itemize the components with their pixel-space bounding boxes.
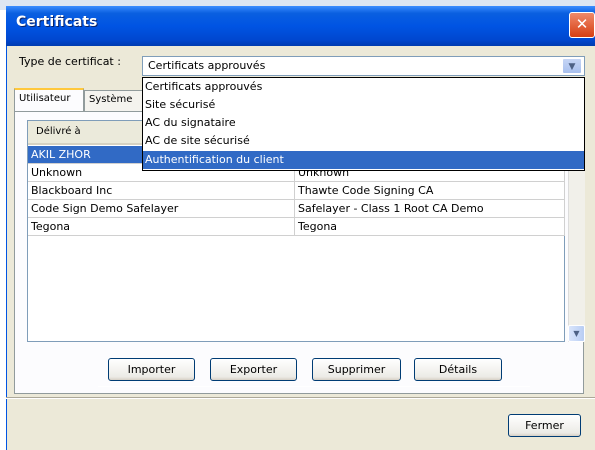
- tab-systeme[interactable]: Système: [84, 90, 144, 111]
- table-row[interactable]: Code Sign Demo Safelayer Safelayer - Cla…: [28, 200, 565, 218]
- chevron-down-icon[interactable]: ▼: [562, 58, 582, 74]
- cell-issued-to: Blackboard Inc: [28, 182, 295, 200]
- certificate-type-label: Type de certificat :: [19, 55, 121, 68]
- import-button[interactable]: Importer: [108, 358, 195, 381]
- dropdown-option[interactable]: AC du signataire: [143, 114, 584, 132]
- close-icon: ✕: [575, 15, 589, 33]
- close-button[interactable]: Fermer: [508, 414, 581, 437]
- scroll-down-button[interactable]: ▼: [568, 325, 585, 342]
- cell-issued-by: Thawte Code Signing CA: [295, 182, 565, 200]
- export-button[interactable]: Exporter: [210, 358, 297, 381]
- tab-utilisateur[interactable]: Utilisateur: [14, 88, 84, 111]
- footer-separator: [6, 397, 595, 399]
- dropdown-option-highlighted[interactable]: Authentification du client: [143, 151, 584, 169]
- cell-issued-to: Code Sign Demo Safelayer: [28, 200, 295, 218]
- table-row[interactable]: Blackboard Inc Thawte Code Signing CA: [28, 182, 565, 200]
- dropdown-option[interactable]: AC de site sécurisé: [143, 132, 584, 150]
- cell-issued-by: Tegona: [295, 218, 565, 236]
- window-title: Certificats: [16, 14, 98, 30]
- dropdown-option[interactable]: Certificats approuvés: [143, 78, 584, 96]
- table-row[interactable]: Tegona Tegona: [28, 218, 565, 236]
- cell-issued-by: Safelayer - Class 1 Root CA Demo: [295, 200, 565, 218]
- details-button[interactable]: Détails: [414, 358, 502, 381]
- certificate-type-selected: Certificats approuvés: [148, 59, 266, 72]
- close-window-button[interactable]: ✕: [569, 12, 595, 38]
- dropdown-option[interactable]: Site sécurisé: [143, 96, 584, 114]
- cell-issued-to: Tegona: [28, 218, 295, 236]
- delete-button[interactable]: Supprimer: [312, 358, 401, 381]
